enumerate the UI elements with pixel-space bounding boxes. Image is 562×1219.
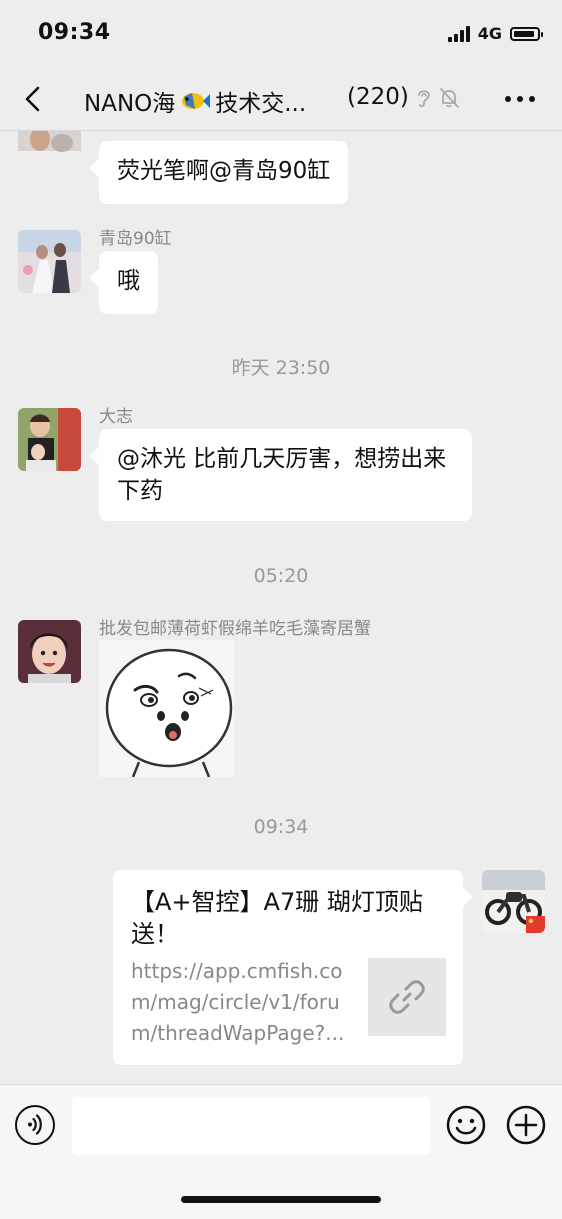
sender-name: 大志 — [99, 407, 133, 427]
status-time: 09:34 — [38, 20, 111, 45]
home-indicator[interactable] — [181, 1196, 381, 1203]
status-bar: 09:34 4G — [0, 0, 562, 70]
member-count: (220) — [347, 84, 409, 110]
chat-title-right: 技术交... — [215, 91, 307, 117]
battery-icon — [510, 26, 543, 41]
chat-header: NANO海 技术交... (220) — [0, 70, 562, 131]
sticker-image[interactable] — [99, 640, 234, 777]
message-text: @沐光 比前几天厉害，想捞出来下药 — [117, 446, 447, 504]
link-card[interactable]: 【A+智控】A7珊 瑚灯顶贴送！ https://app.cmfish.com/… — [113, 870, 463, 1065]
chat-title[interactable]: NANO海 技术交... — [84, 84, 306, 118]
avatar[interactable] — [18, 408, 81, 471]
timestamp: 昨天 23:50 — [231, 357, 331, 379]
message-text: 荧光笔啊@青岛90缸 — [117, 158, 331, 184]
link-url: https://app.cmfish.com/mag/circle/v1/for… — [131, 959, 345, 1045]
mute-notification-icon — [440, 88, 459, 108]
signal-icon — [447, 25, 470, 42]
link-thumbnail — [368, 958, 446, 1036]
message-bubble[interactable]: 哦 — [99, 251, 158, 314]
tropical-fish-icon — [182, 93, 211, 109]
message-bubble[interactable]: @沐光 比前几天厉害，想捞出来下药 — [99, 429, 472, 521]
back-arrow-icon[interactable] — [18, 84, 48, 114]
sender-name: 批发包邮薄荷虾假绵羊吃毛藻寄居蟹 — [99, 619, 371, 639]
my-avatar[interactable] — [482, 870, 545, 933]
message-text: 哦 — [117, 268, 140, 294]
avatar[interactable] — [18, 620, 81, 683]
earpiece-mode-icon — [418, 90, 430, 108]
avatar[interactable] — [18, 230, 81, 293]
emoji-icon[interactable] — [446, 1105, 486, 1145]
voice-input-icon[interactable] — [15, 1105, 55, 1145]
timestamp: 05:20 — [253, 565, 309, 587]
message-bubble[interactable]: 荧光笔啊@青岛90缸 — [99, 141, 349, 204]
message-list[interactable]: 荧光笔啊@青岛90缸 青岛90缸 哦 昨天 23:50 大志 @沐光 比前几天厉… — [0, 131, 562, 1084]
link-icon — [389, 980, 425, 1014]
message-input[interactable] — [72, 1097, 430, 1155]
status-indicators: 4G — [447, 24, 543, 43]
avatar[interactable] — [18, 131, 81, 182]
more-functions-icon[interactable] — [506, 1105, 546, 1145]
link-title: 【A+智控】A7珊 瑚灯顶贴送！ — [131, 888, 423, 948]
chat-title-left: NANO海 — [84, 91, 176, 117]
timestamp: 09:34 — [253, 816, 309, 838]
network-type: 4G — [477, 24, 502, 43]
sender-name: 青岛90缸 — [99, 229, 172, 249]
more-options-icon[interactable] — [505, 96, 535, 102]
